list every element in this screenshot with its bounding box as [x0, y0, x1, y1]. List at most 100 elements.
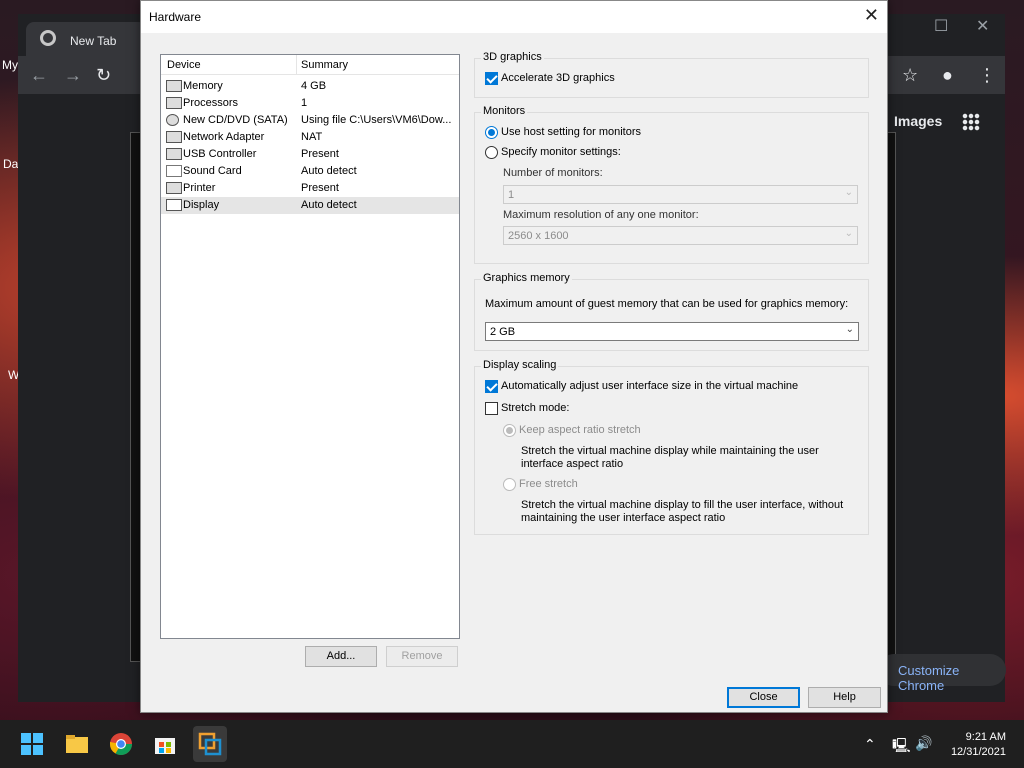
keep-aspect-desc-1: Stretch the virtual machine display whil…: [521, 445, 819, 457]
group-3d-graphics: 3D graphics Accelerate 3D graphics: [474, 51, 869, 98]
specify-monitor-label[interactable]: Specify monitor settings:: [501, 146, 621, 158]
device-name: Network Adapter: [183, 131, 265, 143]
memory-icon: [166, 80, 182, 92]
images-link[interactable]: Images: [894, 113, 942, 129]
free-stretch-desc-1: Stretch the virtual machine display to f…: [521, 499, 844, 511]
number-of-monitors-label: Number of monitors:: [503, 167, 603, 179]
auto-adjust-checkbox[interactable]: [485, 380, 498, 393]
header-device[interactable]: Device: [167, 59, 201, 71]
clock-time: 9:21 AM: [965, 731, 1006, 743]
number-of-monitors-select[interactable]: 1 ⌄: [503, 185, 858, 204]
device-row-sound-card[interactable]: Sound Card Auto detect: [161, 163, 459, 180]
bookmark-star-icon[interactable]: ☆: [902, 66, 918, 84]
file-explorer-icon[interactable]: [65, 732, 89, 756]
keep-aspect-label[interactable]: Keep aspect ratio stretch: [519, 424, 641, 436]
device-summary: NAT: [301, 131, 323, 143]
stretch-mode-label[interactable]: Stretch mode:: [501, 402, 569, 414]
device-row-cd-dvd[interactable]: New CD/DVD (SATA) Using file C:\Users\VM…: [161, 112, 459, 129]
system-clock[interactable]: 9:21 AM 12/31/2021: [951, 730, 1006, 760]
profile-icon[interactable]: ●: [942, 66, 953, 84]
chrome-tab[interactable]: New Tab: [26, 22, 146, 56]
store-icon[interactable]: [153, 732, 177, 756]
device-row-memory[interactable]: Memory 4 GB: [161, 78, 459, 95]
close-button[interactable]: Close: [727, 687, 800, 708]
maximize-icon[interactable]: ☐: [934, 16, 948, 36]
sound-card-icon: [166, 165, 182, 177]
device-summary: Present: [301, 182, 339, 194]
desktop-icon-label[interactable]: My: [2, 58, 18, 72]
auto-adjust-label[interactable]: Automatically adjust user interface size…: [501, 380, 798, 392]
keep-aspect-radio[interactable]: [503, 424, 516, 437]
group-title-monitors: Monitors: [481, 105, 528, 117]
desktop-icon-label[interactable]: Da: [3, 157, 18, 171]
dialog-titlebar: Hardware ✕: [141, 1, 887, 33]
forward-icon[interactable]: →: [64, 66, 82, 84]
header-summary[interactable]: Summary: [301, 59, 348, 71]
accelerate-3d-label[interactable]: Accelerate 3D graphics: [501, 72, 615, 84]
device-summary: 4 GB: [301, 80, 327, 92]
max-resolution-select[interactable]: 2560 x 1600 ⌄: [503, 226, 858, 245]
accelerate-3d-checkbox[interactable]: [485, 72, 498, 85]
chevron-down-icon: ⌄: [844, 228, 853, 239]
device-name: Processors: [183, 97, 239, 109]
taskbar: ⌃ 🖳 🔊: [0, 720, 1024, 768]
start-icon[interactable]: [20, 732, 44, 756]
device-summary: Auto detect: [301, 199, 357, 211]
volume-icon[interactable]: 🔊: [915, 735, 932, 752]
free-stretch-label[interactable]: Free stretch: [519, 478, 578, 490]
remove-button[interactable]: Remove: [386, 646, 458, 667]
display-icon: [166, 199, 182, 211]
cd-dvd-icon: [166, 114, 179, 126]
back-icon[interactable]: ←: [30, 66, 48, 84]
printer-icon: [166, 182, 182, 194]
max-resolution-label: Maximum resolution of any one monitor:: [503, 209, 699, 221]
device-name: Memory: [183, 80, 223, 92]
group-title-graphics-memory: Graphics memory: [481, 272, 572, 284]
free-stretch-radio[interactable]: [503, 478, 516, 491]
group-graphics-memory: Graphics memory Maximum amount of guest …: [474, 272, 869, 351]
chrome-icon[interactable]: [109, 732, 133, 756]
google-apps-icon[interactable]: [962, 113, 980, 131]
device-row-usb-controller[interactable]: USB Controller Present: [161, 146, 459, 163]
device-row-printer[interactable]: Printer Present: [161, 180, 459, 197]
graphics-memory-select[interactable]: 2 GB ⌄: [485, 322, 859, 341]
processor-icon: [166, 97, 182, 109]
device-summary: Using file C:\Users\VM6\Dow...: [301, 114, 452, 126]
stretch-mode-checkbox[interactable]: [485, 402, 498, 415]
network-adapter-icon: [166, 131, 182, 143]
usb-icon: [166, 148, 182, 160]
max-resolution-value: 2560 x 1600: [508, 230, 569, 242]
device-row-network-adapter[interactable]: Network Adapter NAT: [161, 129, 459, 146]
device-row-display[interactable]: Display Auto detect: [161, 197, 459, 214]
use-host-setting-label[interactable]: Use host setting for monitors: [501, 126, 641, 138]
group-display-scaling: Display scaling Automatically adjust use…: [474, 359, 869, 535]
group-title-display-scaling: Display scaling: [481, 359, 559, 371]
close-icon[interactable]: ✕: [864, 5, 879, 26]
help-button[interactable]: Help: [808, 687, 881, 708]
number-of-monitors-value: 1: [508, 189, 515, 201]
keep-aspect-desc-2: interface aspect ratio: [521, 458, 624, 470]
device-name: Display: [183, 199, 220, 211]
specify-monitor-radio[interactable]: [485, 146, 498, 159]
chevron-up-icon[interactable]: ⌃: [864, 736, 876, 753]
customize-chrome-button[interactable]: Customize Chrome: [878, 654, 1006, 693]
vmware-icon[interactable]: [193, 726, 227, 762]
dialog-title: Hardware: [149, 10, 202, 24]
chrome-tab-title: New Tab: [70, 34, 117, 48]
chevron-down-icon: ⌄: [845, 324, 854, 335]
use-host-setting-radio[interactable]: [485, 126, 498, 139]
graphics-memory-description: Maximum amount of guest memory that can …: [485, 298, 849, 310]
device-summary: Auto detect: [301, 165, 357, 177]
menu-icon[interactable]: ⋮: [978, 66, 996, 84]
group-title-3d-graphics: 3D graphics: [481, 51, 544, 63]
device-row-processors[interactable]: Processors 1: [161, 95, 459, 112]
device-list: Device Summary Memory 4 GB Processors 1 …: [160, 54, 460, 639]
device-summary: 1: [301, 97, 308, 109]
device-name: Printer: [183, 182, 216, 194]
device-name: New CD/DVD (SATA): [183, 114, 288, 126]
add-button[interactable]: Add...: [305, 646, 377, 667]
close-icon[interactable]: ✕: [976, 16, 989, 36]
reload-icon[interactable]: ↻: [96, 66, 111, 84]
device-name: USB Controller: [183, 148, 257, 160]
network-icon[interactable]: 🖳: [892, 735, 911, 759]
